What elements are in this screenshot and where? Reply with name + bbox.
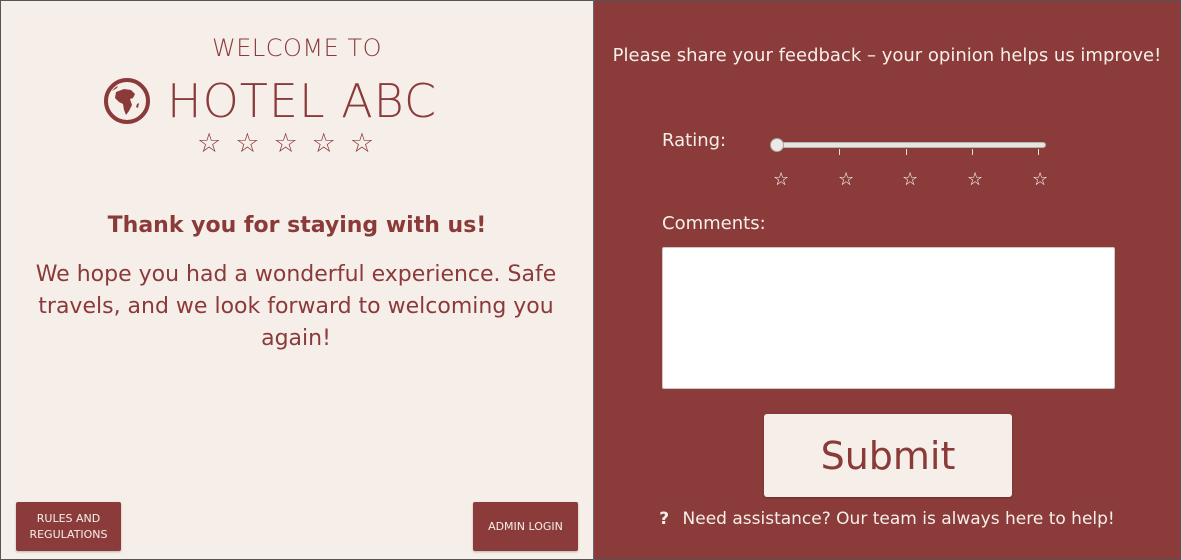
star-icon: ☆ (235, 128, 260, 159)
question-icon: ? (659, 509, 670, 529)
hotel-star-rating: ☆ ☆ ☆ ☆ ☆ (197, 129, 374, 159)
globe-icon (104, 78, 150, 124)
welcome-panel: WELCOME TO HOTEL ABC ☆ ☆ ☆ ☆ ☆ Thank you… (1, 1, 593, 559)
rules-button[interactable]: RULES AND REGULATIONS (16, 502, 121, 551)
comments-field[interactable] (662, 247, 1115, 389)
submit-button[interactable]: Submit (764, 414, 1012, 497)
feedback-panel: Please share your feedback – your opinio… (594, 1, 1180, 559)
assistance-note: ? Need assistance? Our team is always he… (594, 509, 1180, 529)
hotel-logo: HOTEL ABC (103, 75, 437, 127)
star-icon: ☆ (1032, 169, 1049, 190)
welcome-heading: WELCOME TO (212, 34, 382, 62)
feedback-prompt: Please share your feedback – your opinio… (612, 45, 1162, 66)
thank-you-heading: Thank you for staying with us! (107, 213, 487, 238)
slider-tick (839, 149, 840, 155)
slider-tick (906, 149, 907, 155)
assistance-text: Need assistance? Our team is always here… (682, 509, 1115, 529)
star-icon: ☆ (967, 169, 984, 190)
slider-track[interactable] (772, 142, 1046, 148)
comments-label: Comments: (662, 213, 766, 234)
star-icon: ☆ (349, 128, 375, 159)
star-icon: ☆ (197, 128, 222, 159)
admin-login-button[interactable]: ADMIN LOGIN (473, 502, 578, 551)
hotel-name: HOTEL ABC (167, 74, 438, 128)
slider-tick (972, 149, 973, 155)
rating-slider[interactable] (770, 137, 1048, 167)
rating-label: Rating: (662, 130, 727, 151)
farewell-message: We hope you had a wonderful experience. … (35, 262, 557, 351)
star-icon: ☆ (311, 128, 336, 159)
slider-thumb[interactable] (770, 138, 784, 152)
star-icon: ☆ (902, 169, 919, 190)
rating-star-scale: ☆ ☆ ☆ ☆ ☆ (594, 169, 1180, 193)
star-icon: ☆ (838, 169, 855, 190)
star-icon: ☆ (773, 169, 790, 190)
star-icon: ☆ (273, 128, 298, 159)
slider-tick (1038, 149, 1039, 155)
